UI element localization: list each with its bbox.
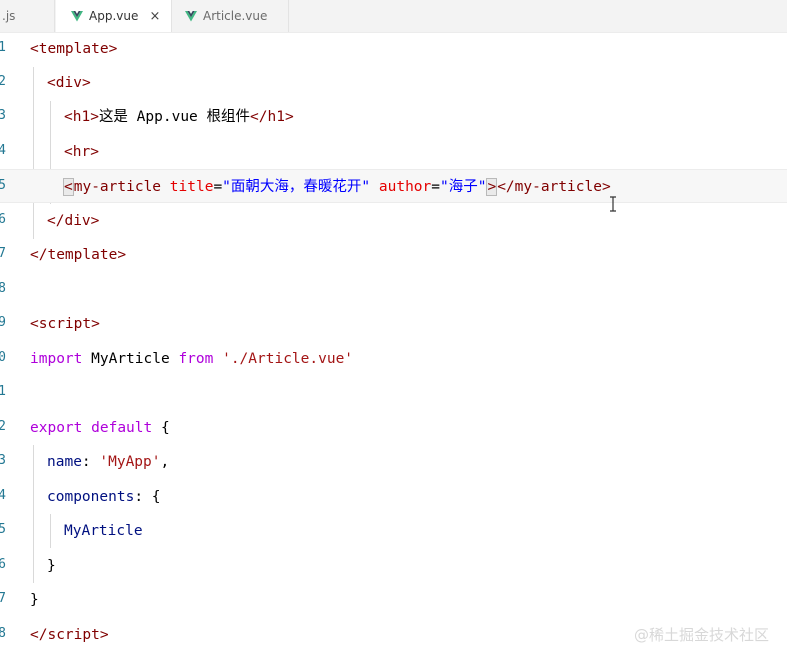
line-number: 5: [0, 522, 6, 537]
tab-main-js[interactable]: .js: [0, 0, 55, 32]
vue-icon: [185, 10, 197, 21]
code-line: 8: [0, 273, 787, 307]
tab-app-vue[interactable]: App.vue ×: [56, 0, 172, 32]
line-number: 2: [0, 74, 6, 89]
code-text: <div>: [47, 75, 91, 91]
line-number: 8: [0, 281, 6, 296]
line-number: 0: [0, 350, 6, 365]
code-text: <script>: [30, 316, 100, 332]
line-number: 8: [0, 626, 6, 641]
code-line: 4 components: {: [0, 480, 787, 514]
code-text: }: [47, 558, 56, 574]
code-text: name: 'MyApp',: [47, 454, 170, 470]
tab-label: App.vue: [89, 9, 139, 23]
code-line: 4 <hr>: [0, 135, 787, 169]
code-text: <h1>这是 App.vue 根组件</h1>: [64, 109, 294, 125]
code-line: 6 </div>: [0, 204, 787, 238]
code-line: 6 }: [0, 549, 787, 583]
line-number: 4: [0, 143, 6, 158]
code-line: 1: [0, 376, 787, 410]
code-line: 2 export default {: [0, 411, 787, 445]
tab-label: Article.vue: [203, 9, 268, 23]
watermark: @稀土掘金技术社区: [633, 626, 769, 644]
code-text: components: {: [47, 489, 161, 505]
code-text: </template>: [30, 247, 127, 263]
code-line-current: 5 <my-article title="面朝大海，春暖花开" author="…: [0, 169, 787, 203]
line-number: 4: [0, 488, 6, 503]
code-line: 7 }: [0, 583, 787, 617]
code-line: 1 <template>: [0, 32, 787, 66]
code-text: MyArticle: [64, 523, 143, 539]
bracket-match: <: [63, 178, 74, 196]
code-line: 7 </template>: [0, 238, 787, 272]
line-number: 3: [0, 453, 6, 468]
code-line: 2 <div>: [0, 66, 787, 100]
code-text: <template>: [30, 41, 118, 57]
code-text: import MyArticle from './Article.vue': [30, 351, 354, 367]
bracket-match: >: [486, 178, 498, 196]
code-line: 3 name: 'MyApp',: [0, 445, 787, 479]
code-line: 9 <script>: [0, 307, 787, 341]
line-number: 1: [0, 384, 6, 399]
tab-bar: .js App.vue × Article.vue: [0, 0, 787, 33]
line-number: 6: [0, 557, 6, 572]
code-text: </script>: [30, 627, 109, 643]
code-line: 3 <h1>这是 App.vue 根组件</h1>: [0, 100, 787, 134]
code-text: <hr>: [64, 144, 99, 160]
line-number: 9: [0, 315, 6, 330]
close-icon[interactable]: ×: [149, 9, 161, 24]
code-line: 5 MyArticle: [0, 514, 787, 548]
vue-icon: [71, 10, 83, 21]
tab-label: .js: [2, 9, 16, 23]
code-text: </div>: [47, 213, 100, 229]
line-number: 7: [0, 246, 6, 261]
line-number: 3: [0, 108, 6, 123]
text-cursor-icon: [610, 196, 616, 212]
code-text: export default {: [30, 420, 170, 436]
tab-article-vue[interactable]: Article.vue: [173, 0, 289, 32]
code-text: <my-article title="面朝大海，春暖花开" author="海子…: [63, 178, 611, 196]
line-number: 6: [0, 212, 6, 227]
line-number: 1: [0, 40, 6, 55]
line-number: 2: [0, 419, 6, 434]
code-text: }: [30, 592, 39, 608]
line-number: 5: [0, 178, 6, 193]
line-number: 7: [0, 591, 6, 606]
code-line: 0 import MyArticle from './Article.vue': [0, 342, 787, 376]
